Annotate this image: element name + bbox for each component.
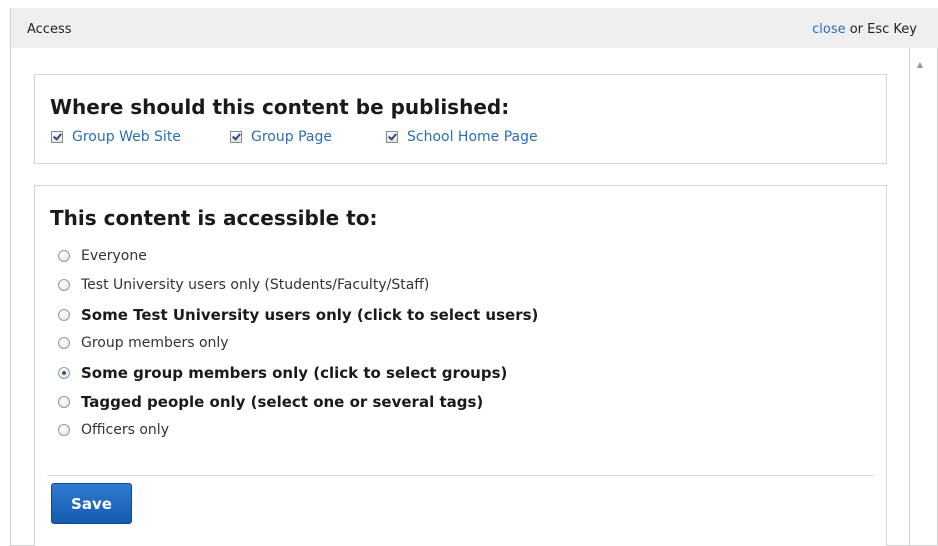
- access-option-label[interactable]: Officers only: [81, 422, 169, 438]
- publish-option-group-page[interactable]: Group Page: [230, 129, 332, 145]
- access-option-label[interactable]: Tagged people only (select one or severa…: [81, 393, 483, 411]
- access-heading: This content is accessible to:: [50, 206, 378, 230]
- access-panel: This content is accessible to: Everyone …: [34, 185, 887, 546]
- checkbox-checked-icon[interactable]: [51, 131, 63, 143]
- access-option-label[interactable]: Some Test University users only (click t…: [81, 306, 538, 324]
- radio-selected-icon[interactable]: [58, 367, 70, 379]
- radio-icon[interactable]: [58, 424, 70, 436]
- access-option-tagged-people[interactable]: Tagged people only (select one or severa…: [58, 393, 483, 411]
- save-button[interactable]: Save: [51, 483, 132, 524]
- publish-option-group-web-site[interactable]: Group Web Site: [51, 129, 181, 145]
- access-option-university-users[interactable]: Test University users only (Students/Fac…: [58, 277, 429, 293]
- close-hint-text: or Esc Key: [845, 22, 917, 37]
- close-link[interactable]: close: [812, 22, 845, 37]
- radio-icon[interactable]: [58, 250, 70, 262]
- access-dialog: Access close or Esc Key ▲ Where should t…: [10, 8, 938, 546]
- dialog-titlebar: Access close or Esc Key: [11, 8, 938, 48]
- publish-option-label[interactable]: Group Web Site: [72, 129, 181, 145]
- publish-option-label[interactable]: Group Page: [251, 129, 332, 145]
- access-option-label[interactable]: Everyone: [81, 248, 147, 264]
- radio-icon[interactable]: [58, 279, 70, 291]
- radio-icon[interactable]: [58, 309, 70, 321]
- publish-panel: Where should this content be published: …: [34, 74, 887, 164]
- radio-icon[interactable]: [58, 337, 70, 349]
- dialog-title: Access: [27, 22, 72, 37]
- access-option-label[interactable]: Group members only: [81, 335, 229, 351]
- access-option-label[interactable]: Some group members only (click to select…: [81, 364, 507, 382]
- access-option-label[interactable]: Test University users only (Students/Fac…: [81, 277, 429, 293]
- access-option-everyone[interactable]: Everyone: [58, 248, 147, 264]
- scroll-up-arrow-icon[interactable]: ▲: [915, 60, 925, 70]
- access-option-some-group-members[interactable]: Some group members only (click to select…: [58, 364, 507, 382]
- publish-option-label[interactable]: School Home Page: [407, 129, 538, 145]
- scrollbar-track[interactable]: [909, 48, 910, 546]
- publish-option-school-home-page[interactable]: School Home Page: [386, 129, 538, 145]
- access-option-some-university-users[interactable]: Some Test University users only (click t…: [58, 306, 538, 324]
- access-option-officers[interactable]: Officers only: [58, 422, 169, 438]
- divider: [47, 475, 874, 476]
- publish-heading: Where should this content be published:: [50, 95, 510, 119]
- checkbox-checked-icon[interactable]: [386, 131, 398, 143]
- close-hint: close or Esc Key: [812, 22, 917, 37]
- access-option-group-members[interactable]: Group members only: [58, 335, 229, 351]
- radio-icon[interactable]: [58, 396, 70, 408]
- checkbox-checked-icon[interactable]: [230, 131, 242, 143]
